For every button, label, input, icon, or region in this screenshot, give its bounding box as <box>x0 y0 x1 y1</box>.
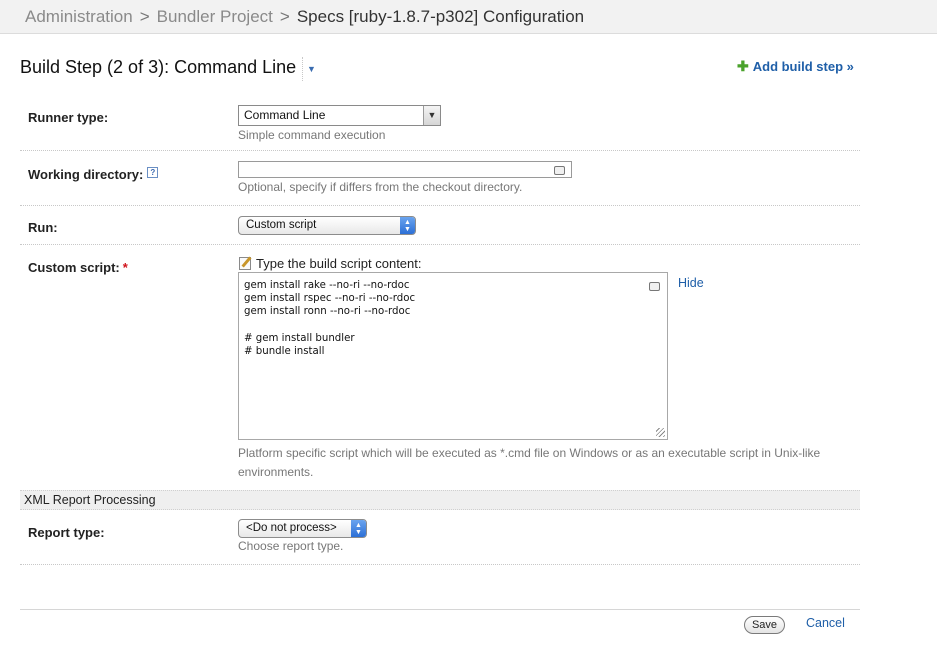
custom-script-label-text: Custom script: <box>28 260 120 275</box>
cancel-link[interactable]: Cancel <box>806 616 845 630</box>
up-down-arrows-icon: ▲ ▼ <box>400 217 415 234</box>
row-divider <box>20 244 860 245</box>
working-directory-input[interactable] <box>238 161 572 178</box>
working-directory-note: Optional, specify if differs from the ch… <box>238 180 523 194</box>
runner-type-select[interactable]: Command Line ▼ <box>238 105 441 126</box>
breadcrumb-separator: > <box>279 7 290 26</box>
plus-icon: ✚ <box>737 58 749 74</box>
custom-script-label: Custom script: * <box>28 260 128 275</box>
resize-grip-icon[interactable] <box>656 428 665 437</box>
chevron-down-icon: ▼ <box>423 106 440 125</box>
report-type-select[interactable]: <Do not process> ▲ ▼ <box>238 519 367 538</box>
expand-editor-icon[interactable] <box>649 282 660 291</box>
custom-script-textarea[interactable]: gem install rake --no-ri --no-rdoc gem i… <box>238 272 668 440</box>
row-divider <box>20 564 860 565</box>
script-header-text: Type the build script content: <box>256 256 422 271</box>
help-icon[interactable]: ? <box>147 167 159 178</box>
working-directory-label: Working directory:? <box>28 167 159 182</box>
runner-type-value: Command Line <box>244 108 326 122</box>
runner-type-note: Simple command execution <box>238 128 386 142</box>
footer-divider <box>20 609 860 610</box>
run-value: Custom script <box>246 219 317 231</box>
build-step-menu-chevron-icon[interactable]: ▼ <box>302 57 320 81</box>
runner-type-label: Runner type: <box>28 110 109 125</box>
save-button[interactable]: Save <box>744 616 785 634</box>
add-build-step-label: Add build step » <box>752 59 854 74</box>
add-build-step-link[interactable]: ✚ Add build step » <box>737 58 854 75</box>
row-divider <box>20 205 860 206</box>
hide-link[interactable]: Hide <box>678 276 704 290</box>
run-label: Run: <box>28 220 58 235</box>
script-header: Type the build script content: <box>239 256 421 271</box>
working-directory-label-text: Working directory: <box>28 167 144 182</box>
up-down-arrows-icon: ▲ ▼ <box>351 520 366 537</box>
breadcrumb-bundler-project[interactable]: Bundler Project <box>157 7 273 26</box>
page-title: Build Step (2 of 3): Command Line <box>20 57 297 77</box>
breadcrumb-current-page: Specs [ruby-1.8.7-p302] Configuration <box>296 7 585 26</box>
report-type-value: <Do not process> <box>246 522 337 534</box>
breadcrumb: Administration > Bundler Project > Specs [ru… <box>0 0 937 34</box>
custom-script-content: gem install rake --no-ri --no-rdoc gem i… <box>244 280 416 358</box>
breadcrumb-separator: > <box>139 7 150 26</box>
custom-script-note: Platform specific script which will be e… <box>238 446 821 479</box>
report-type-label: Report type: <box>28 525 105 540</box>
chooser-button-icon[interactable] <box>554 166 565 175</box>
row-divider <box>20 150 860 151</box>
required-marker: * <box>122 260 128 275</box>
run-select[interactable]: Custom script ▲ ▼ <box>238 216 416 235</box>
breadcrumb-administration[interactable]: Administration <box>25 7 133 26</box>
edit-script-icon <box>239 257 251 270</box>
report-type-note: Choose report type. <box>238 539 344 553</box>
xml-report-section-header: XML Report Processing <box>20 490 860 510</box>
